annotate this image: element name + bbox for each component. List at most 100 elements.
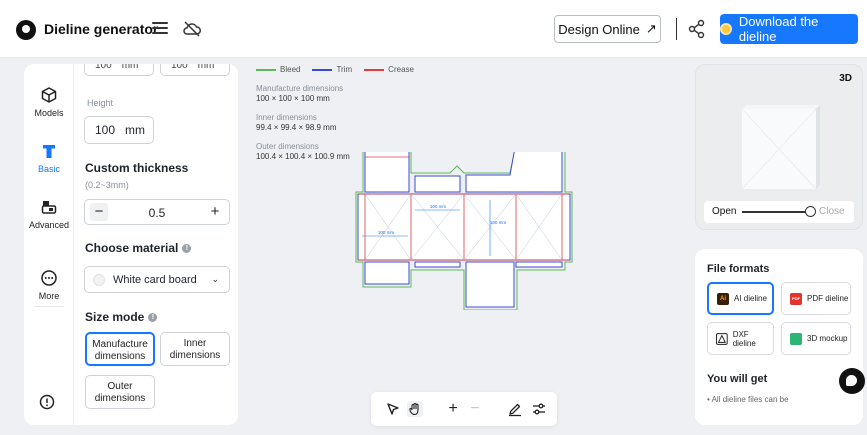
legend-trim-line [312, 68, 333, 71]
dimension-label: Inner dimensions [256, 113, 317, 122]
close-label: Close [819, 206, 845, 217]
app-logo[interactable] [16, 20, 36, 40]
canvas-toolbar: + − [371, 392, 557, 426]
size-mode-outer[interactable]: Outer dimensions [85, 375, 155, 409]
width-value: 100 [171, 64, 188, 71]
slider-track[interactable] [742, 211, 810, 213]
format-label: PDF dieline [807, 294, 849, 303]
format-ai-dieline[interactable]: Ai AI dieline [707, 282, 774, 315]
nav-item-models[interactable]: Models [24, 86, 74, 118]
length-value: 100 [95, 64, 112, 71]
height-label: Height [87, 98, 114, 108]
nav-separator [34, 306, 64, 307]
format-dxf-dieline[interactable]: DXF dieline [707, 322, 774, 355]
file-formats-title: File formats [707, 263, 770, 275]
info-icon[interactable]: ! [182, 243, 192, 253]
width-unit: mm [197, 64, 215, 71]
thickness-stepper: − 0.5 + [84, 199, 230, 225]
height-field[interactable]: 100 mm [84, 116, 154, 144]
legend-crease-label: Crease [388, 65, 414, 74]
format-label: DXF dieline [732, 329, 756, 348]
height-unit: mm [125, 123, 146, 137]
dieline-label: 100 mm [378, 230, 395, 235]
top-header: Dieline generator Design Online ↗ Downlo… [0, 0, 867, 58]
size-mode-inner[interactable]: Inner dimensions [160, 332, 230, 366]
pen-icon[interactable] [507, 401, 523, 417]
slider-handle[interactable] [805, 206, 816, 217]
menu-icon[interactable] [152, 22, 168, 36]
choose-material-title: Choose material ! [85, 241, 192, 255]
design-online-button[interactable]: Design Online ↗ [554, 15, 661, 43]
text-t-icon [43, 145, 55, 158]
select-arrow-icon[interactable] [385, 401, 401, 417]
header-divider [676, 18, 677, 40]
open-close-slider: Open Close [704, 201, 854, 223]
legend-crease-line [364, 68, 385, 71]
size-mode-manufacture[interactable]: Manufacture dimensions [85, 332, 155, 366]
dimension-value: 99.4 × 99.4 × 98.9 mm [256, 123, 337, 132]
legend-bleed-label: Bleed [280, 65, 301, 74]
width-field[interactable]: 100 mm [160, 64, 230, 76]
download-label: Download the dieline [738, 14, 819, 44]
legend-bleed: Bleed [256, 65, 300, 74]
box-preview-image [741, 105, 820, 190]
info-alert-icon[interactable] [39, 394, 55, 410]
nav-item-label: Models [34, 108, 64, 118]
dieline-label: 100 mm [430, 204, 447, 209]
dimension-label: Manufacture dimensions [256, 84, 344, 93]
thickness-range: (0.2~3mm) [85, 180, 129, 190]
format-label: 3D mockup [807, 334, 848, 343]
legend-crease: Crease [364, 65, 414, 74]
hand-icon[interactable] [407, 401, 423, 417]
choose-material-label: Choose material [85, 241, 179, 255]
inner-dimensions: Inner dimensions 99.4 × 99.4 × 98.9 mm [256, 113, 337, 133]
pdf-file-icon: PDF [790, 292, 802, 305]
nav-item-label: Basic [37, 164, 60, 174]
zoom-out-icon[interactable]: − [467, 401, 483, 417]
nav-item-basic[interactable]: Basic [24, 142, 74, 174]
info-icon[interactable]: ! [148, 312, 158, 322]
print-icon [41, 201, 57, 214]
material-swatch [93, 274, 105, 286]
left-panel: Models Basic Advanced More 100 mm 100 mm… [24, 64, 238, 425]
dieline-legend: Bleed Trim Crease [256, 65, 414, 74]
zoom-in-icon[interactable]: + [445, 401, 461, 417]
material-value: White card board [113, 274, 197, 286]
you-will-get-text: All dieline files can be [711, 395, 789, 404]
thickness-increase-button[interactable]: + [206, 203, 224, 221]
chevron-down-icon: ⌄ [211, 274, 219, 284]
format-label: AI dieline [734, 294, 767, 303]
nav-item-more[interactable]: More [24, 269, 74, 301]
external-link-icon: ↗ [645, 21, 657, 36]
you-will-get-title: You will get [707, 373, 768, 385]
length-field[interactable]: 100 mm [84, 64, 154, 76]
nav-item-label: More [38, 291, 60, 301]
download-dieline-button[interactable]: Download the dieline [720, 14, 858, 44]
manufacture-dimensions: Manufacture dimensions 100 × 100 × 100 m… [256, 84, 343, 104]
sliders-icon[interactable] [531, 401, 547, 417]
material-select[interactable]: White card board ⌄ [84, 266, 230, 293]
chat-support-button[interactable] [839, 368, 865, 394]
height-value: 100 [95, 123, 116, 137]
nav-item-advanced[interactable]: Advanced [24, 198, 74, 230]
legend-trim-label: Trim [336, 65, 353, 74]
format-3d-mockup[interactable]: 3D mockup [781, 322, 851, 355]
custom-thickness-title: Custom thickness [85, 161, 188, 175]
design-online-label: Design Online [558, 21, 640, 37]
3d-preview[interactable]: 3D Open Close [695, 64, 863, 230]
legend-trim: Trim [312, 65, 352, 74]
app-title: Dieline generator [44, 21, 159, 37]
cube-icon [41, 87, 57, 103]
format-pdf-dieline[interactable]: PDF PDF dieline [781, 282, 851, 315]
size-mode-label: Size mode [85, 310, 145, 324]
length-unit: mm [121, 64, 139, 71]
share-icon[interactable] [688, 19, 706, 39]
custom-thickness-label: Custom thickness [85, 161, 189, 175]
3d-badge[interactable]: 3D [839, 73, 852, 84]
dieline-canvas[interactable]: 100 mm 100 mm 100 mm [350, 152, 580, 310]
file-formats-panel: File formats Ai AI dieline PDF PDF dieli… [695, 249, 863, 425]
mockup-file-icon [790, 332, 802, 345]
dimension-label: Outer dimensions [256, 142, 319, 151]
cloud-off-icon[interactable] [182, 19, 202, 39]
nav-item-label: Advanced [28, 220, 70, 230]
